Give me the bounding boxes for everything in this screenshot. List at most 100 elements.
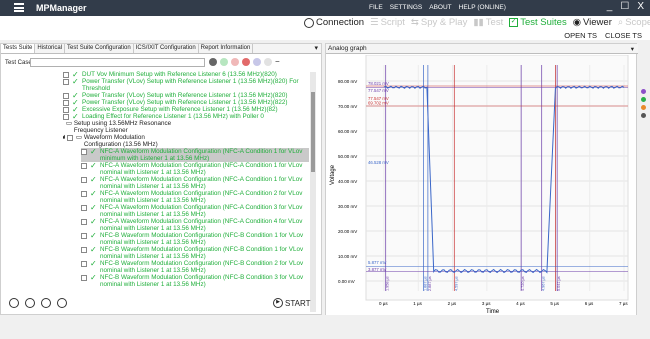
record-icon[interactable] — [9, 298, 19, 308]
analog-graph[interactable]: Voltage Time 80.00 mV 70.00 mV 60.00 mV 50.… — [326, 55, 636, 315]
tree-row[interactable]: ✓ Power Transfer (VLov) Setup with Refere… — [63, 78, 319, 92]
graph-pin-icon[interactable]: ▾ — [631, 45, 634, 53]
tree-row[interactable]: ✓ NFC-B Waveform Modulation Configuration… — [81, 260, 309, 274]
analog-graph-panel: Analog graph ▾ Voltage Time 80.00 mV 70.0… — [325, 43, 638, 315]
eye-icon: ◉ — [572, 17, 581, 28]
tree-group-row[interactable]: ◢▭Setup using 13.56MHz Resonance Frequen… — [63, 120, 201, 134]
play-icon: ▶ — [273, 298, 283, 308]
tree-row[interactable]: ✓ NFC-A Waveform Modulation Configuration… — [81, 218, 309, 232]
magnifier-icon: ⌕ — [617, 17, 624, 28]
tree-row-label: NFC-A Waveform Modulation Configuration … — [100, 148, 303, 162]
row-checkbox[interactable] — [81, 261, 87, 267]
value-annotation: 46.528 mV — [368, 160, 389, 165]
value-annotation: 3.877 mV — [368, 267, 387, 272]
ribbon: Connection ☰ Script ⇆ Spy & Play ▮▮ Test… — [0, 16, 650, 30]
series-dot-purple[interactable] — [641, 89, 646, 94]
row-checkbox[interactable] — [81, 275, 87, 281]
check-icon: ✓ — [90, 203, 97, 212]
tree-scrollbar-thumb[interactable] — [311, 92, 315, 172]
menu-icon[interactable] — [14, 3, 24, 12]
export-icon[interactable] — [57, 298, 67, 308]
pass-filter-icon[interactable] — [220, 58, 228, 66]
spy-play-button[interactable]: ⇆ Spy & Play — [411, 17, 467, 28]
close-ts-button[interactable]: CLOSE TS — [605, 31, 642, 40]
tab-tests-suite[interactable]: Tests Suite — [1, 44, 36, 53]
add-icon[interactable] — [209, 58, 217, 66]
marker-label: 4.720 µs — [521, 276, 525, 291]
tree-group-row[interactable]: ◢ ▭Waveform Modulation Configuration (13.… — [63, 134, 181, 148]
expand-icon[interactable]: ◢ — [63, 134, 65, 141]
marker-label: 4.597 µs — [454, 276, 458, 291]
tree-row-label: NFC-A Waveform Modulation Configuration … — [100, 190, 303, 204]
tree-row[interactable]: ✓ NFC-A Waveform Modulation Configuration… — [81, 162, 309, 176]
top-menu: FILE SETTINGS ABOUT HELP (ONLINE) — [369, 4, 506, 11]
tree-row-selected[interactable]: ✓ NFC-A Waveform Modulation Configuration… — [81, 148, 309, 162]
maximize-button[interactable]: ☐ — [620, 1, 629, 12]
info-filter-icon[interactable] — [264, 58, 272, 66]
folder-icon: ▭ — [65, 120, 72, 127]
menu-settings[interactable]: SETTINGS — [390, 4, 423, 11]
test-button[interactable]: ▮▮ Test — [473, 17, 503, 28]
minimize-button[interactable]: _ — [607, 1, 613, 12]
row-checkbox[interactable] — [63, 79, 69, 85]
start-label: START — [285, 298, 311, 308]
test-label: Test — [485, 17, 504, 28]
app-title: MPManager — [36, 3, 87, 13]
report-icon[interactable] — [41, 298, 51, 308]
menu-file[interactable]: FILE — [369, 4, 383, 11]
connection-button[interactable]: Connection — [304, 17, 364, 28]
tree-row[interactable]: ✓ Excessive Exposure Setup with Reference… — [63, 106, 319, 114]
start-button[interactable]: ▶ START — [273, 298, 310, 308]
tree-row[interactable]: ✓ DUT Vov Minimum Setup with Reference Li… — [63, 71, 319, 79]
collapse-icon[interactable]: − — [275, 58, 280, 66]
tab-historical[interactable]: Historical — [35, 44, 66, 53]
tab-ics-ixit-configuration[interactable]: ICS/IXIT Configuration — [134, 44, 199, 53]
viewer-button[interactable]: ◉ Viewer — [573, 17, 612, 28]
row-checkbox[interactable] — [81, 247, 87, 253]
open-ts-button[interactable]: OPEN TS — [564, 31, 597, 40]
tree-row-label: Power Transfer (VLov) Setup with Referen… — [82, 99, 288, 106]
tree-row[interactable]: ✓ NFC-B Waveform Modulation Configuration… — [81, 274, 309, 288]
scope-button[interactable]: ⌕ Scope — [618, 17, 650, 28]
series-dot-green[interactable] — [641, 97, 646, 102]
pin-icon[interactable]: ▾ — [314, 44, 321, 53]
row-checkbox[interactable] — [66, 135, 73, 141]
menu-help[interactable]: HELP (ONLINE) — [459, 4, 506, 11]
series-dot-orange[interactable] — [641, 105, 646, 110]
tree-scrollbar[interactable] — [310, 72, 316, 312]
error-filter-icon[interactable] — [242, 58, 250, 66]
tree-row[interactable]: ✓ NFC-A Waveform Modulation Configuration… — [81, 176, 309, 190]
tree-row[interactable]: ✓ Power Transfer (VLov) Setup with Refere… — [63, 92, 319, 100]
stop-icon[interactable] — [25, 298, 35, 308]
tree-row-label: NFC-A Waveform Modulation Configuration … — [100, 204, 303, 218]
tree-row[interactable]: ✓ NFC-A Waveform Modulation Configuration… — [81, 190, 309, 204]
row-checkbox[interactable] — [81, 163, 87, 169]
marker-label: 2.887 µs — [428, 276, 432, 291]
tree-row[interactable]: ✓ NFC-A Waveform Modulation Configuration… — [81, 204, 309, 218]
tree-row[interactable]: ✓ NFC-B Waveform Modulation Configuration… — [81, 246, 309, 260]
tree-row[interactable]: ✓ Loading Effect for Reference Listener 1… — [63, 112, 319, 121]
row-checkbox[interactable] — [81, 205, 87, 211]
script-button[interactable]: ☰ Script — [370, 17, 405, 28]
row-checkbox[interactable] — [81, 149, 87, 155]
test-cases-input[interactable] — [30, 58, 205, 67]
row-checkbox[interactable] — [81, 177, 87, 183]
tab-report-information[interactable]: Report Information — [199, 44, 254, 53]
tree-row[interactable]: ✓ Power Transfer (VLov) Setup with Refere… — [63, 99, 319, 107]
value-annotation: 69.702 mV — [368, 101, 389, 106]
help-filter-icon[interactable] — [253, 58, 261, 66]
test-suites-button[interactable]: ✓ Test Suites — [509, 17, 567, 28]
fail-filter-icon[interactable] — [231, 58, 239, 66]
tab-test-suite-configuration[interactable]: Test Suite Configuration — [65, 44, 134, 53]
close-button[interactable]: X — [637, 1, 644, 12]
row-checkbox[interactable] — [81, 233, 87, 239]
tree-row[interactable]: ✓ NFC-B Waveform Modulation Configuration… — [81, 232, 309, 246]
tab-analog-graph[interactable]: Analog graph — [328, 45, 367, 52]
row-checkbox[interactable] — [81, 191, 87, 197]
series-dot-gray[interactable] — [641, 113, 646, 118]
check-icon: ✓ — [72, 112, 79, 121]
x-tick-label: 7 µs — [619, 301, 628, 306]
row-checkbox[interactable] — [81, 219, 87, 225]
y-tick-label: 30.00 mV — [338, 204, 357, 209]
menu-about[interactable]: ABOUT — [429, 4, 451, 11]
